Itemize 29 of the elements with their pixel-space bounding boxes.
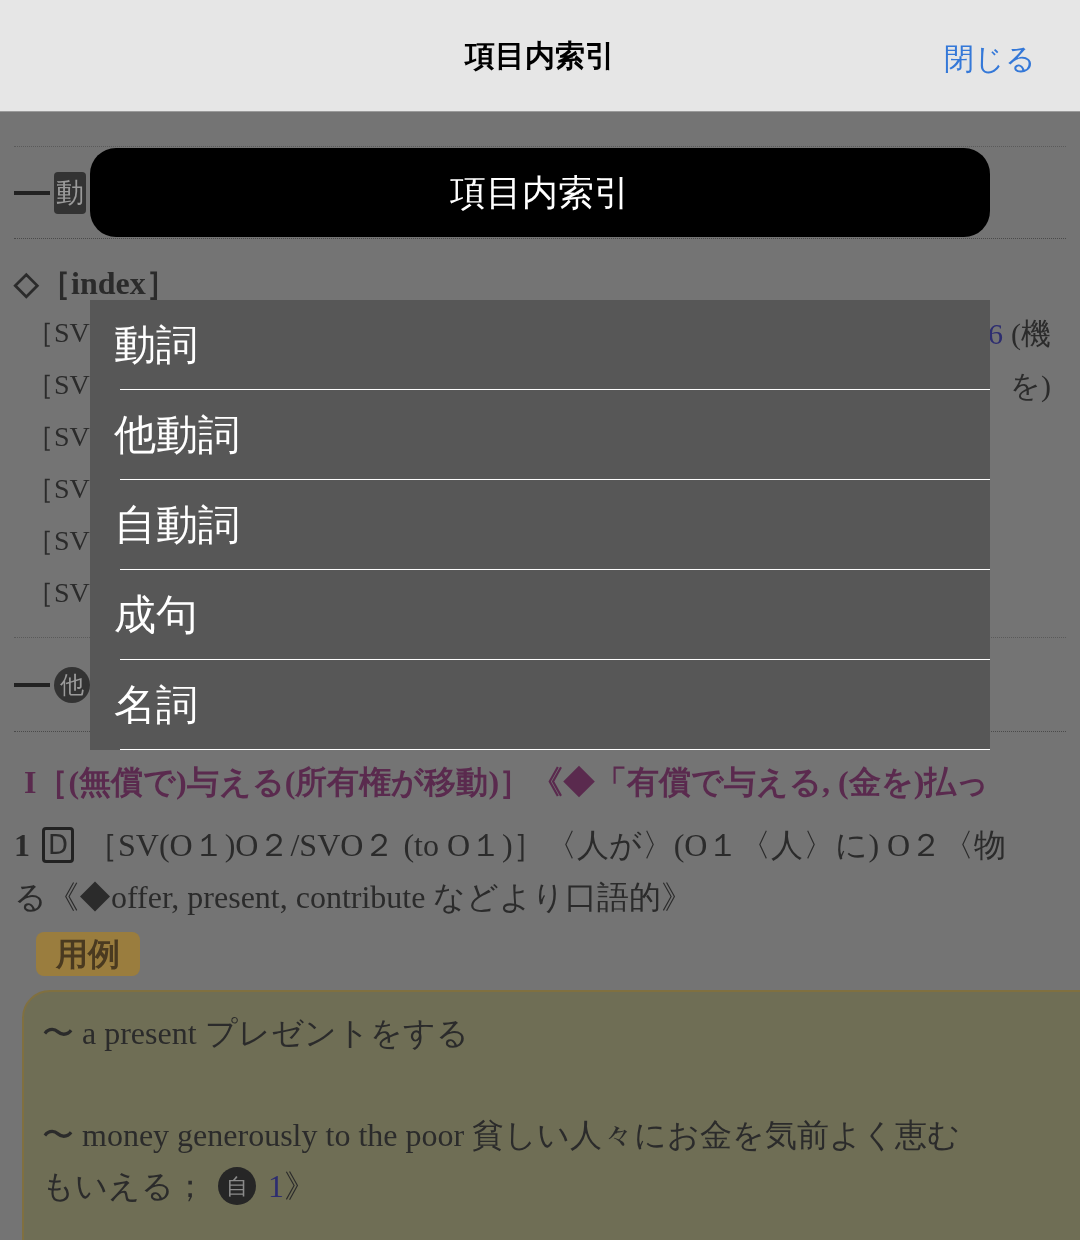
sense-label: D: [42, 827, 75, 863]
closing-bracket: 》: [284, 1167, 316, 1206]
example-sentence: 〜 money generously to the poor 貧しい人々にお金を気前よく恵む: [42, 1116, 961, 1155]
pattern-line: ［SV: [26, 420, 90, 454]
sense-pattern: ［SV(O１)O２/SVO２ (to O１)］〈人が〉(O１〈人〉に) O２〈物: [86, 826, 1007, 865]
index-menu-item[interactable]: 動詞: [90, 300, 990, 389]
transitive-badge: 他: [54, 666, 90, 703]
index-heading: ◇［index］: [14, 264, 178, 303]
index-menu-item[interactable]: 他動詞: [90, 390, 990, 479]
index-menu-item[interactable]: 自動詞: [90, 480, 990, 569]
pattern-fragment: (機: [1011, 315, 1051, 352]
pattern-line: ［SV: [26, 368, 90, 402]
verb-badge: 動: [54, 171, 86, 214]
index-menu-item[interactable]: 成句: [90, 570, 990, 659]
pattern-line: ［SV: [26, 472, 90, 506]
example-text: もいえる；: [42, 1167, 206, 1206]
sense-note: る《◆offer, present, contribute などより口語的》: [14, 878, 694, 917]
sense-number: 1: [14, 826, 30, 865]
index-menu-item[interactable]: 名詞: [90, 660, 990, 749]
popup-title: 項目内索引: [450, 170, 630, 215]
pattern-fragment: を): [1010, 367, 1051, 404]
examples-label: 用例: [36, 932, 140, 976]
example-sentence: 〜 a present プレゼントをする: [42, 1014, 469, 1053]
pattern-line: ［SV: [26, 316, 90, 350]
intransitive-badge: 自: [218, 1167, 256, 1205]
sense-heading: I［(無償で)与える(所有権が移動)］《◆「有償で与える, (金を)払っ: [23, 763, 990, 802]
nav-title: 項目内索引: [465, 37, 615, 75]
pattern-line: ［SV: [26, 576, 90, 610]
pattern-line: ［SV: [26, 524, 90, 558]
